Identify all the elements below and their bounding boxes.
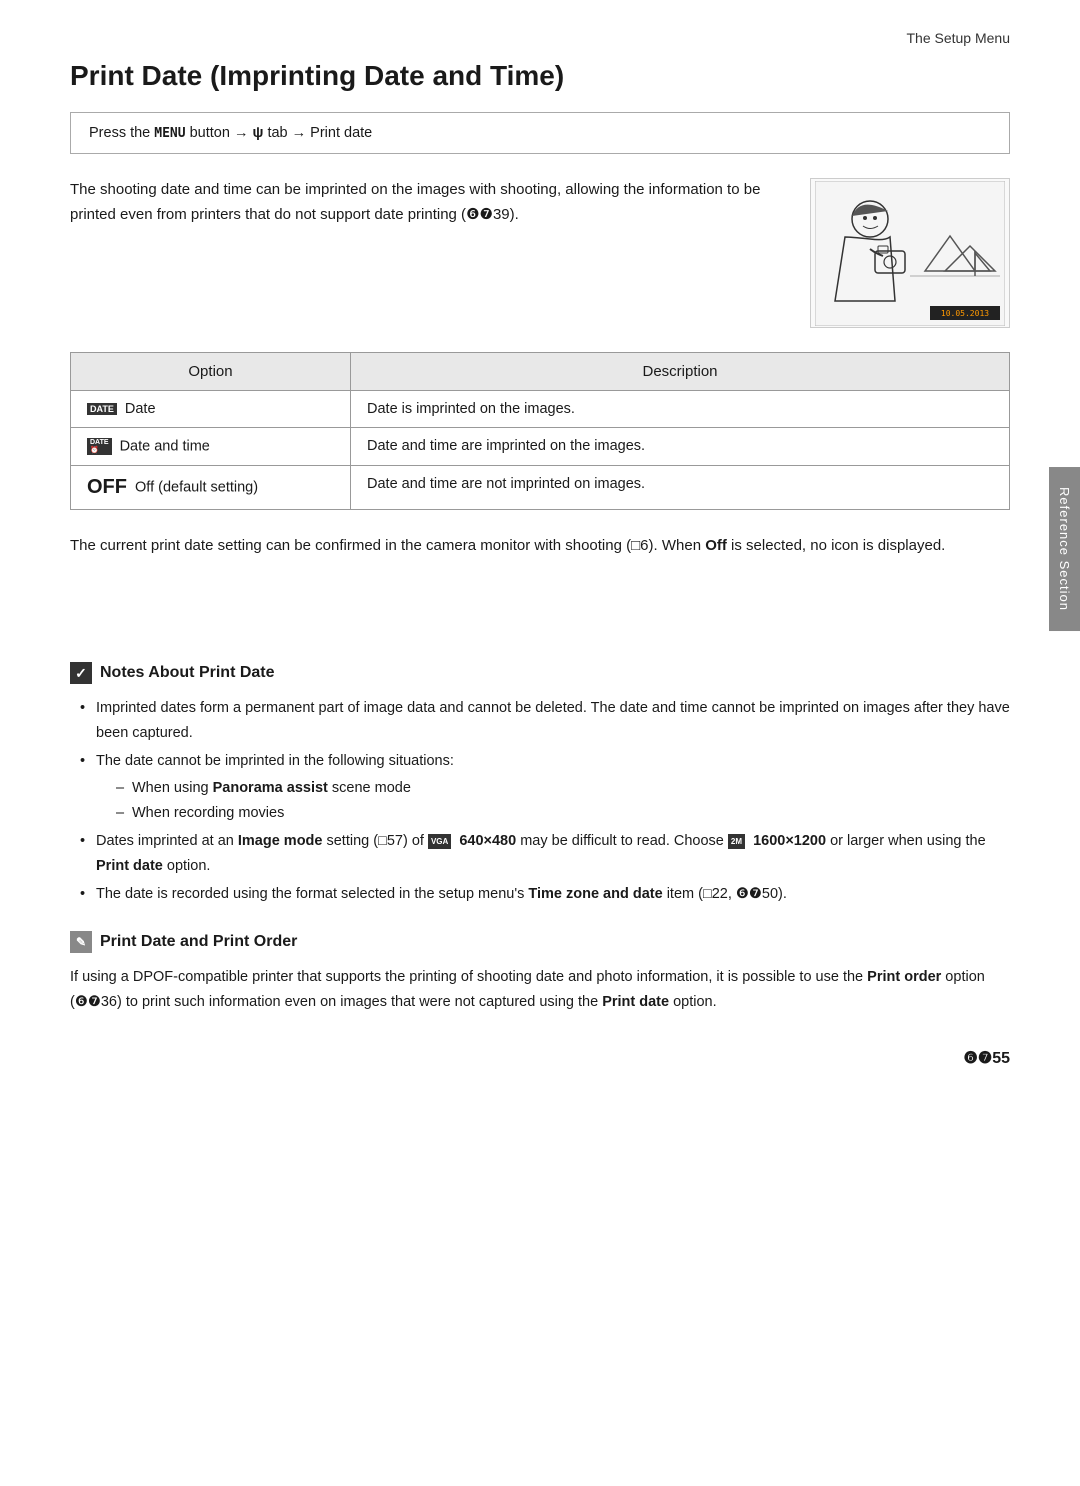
page-title: Print Date (Imprinting Date and Time): [70, 60, 1010, 92]
notes-title: Notes About Print Date: [100, 664, 275, 682]
table-row: DATE Date Date is imprinted on the image…: [71, 391, 1010, 428]
print-order-title: Print Date and Print Order: [100, 933, 297, 951]
page-number: ❻❼55: [964, 1048, 1010, 1068]
notes-item-4: The date is recorded using the format se…: [80, 882, 1010, 907]
print-order-header: ✎ Print Date and Print Order: [70, 931, 1010, 953]
check-icon: ✓: [70, 662, 92, 684]
notes-sub-list: When using Panorama assist scene mode Wh…: [96, 776, 1010, 825]
option-date-time-label: Date and time: [120, 438, 210, 454]
sub-item-panorama: When using Panorama assist scene mode: [116, 776, 1010, 801]
svg-text:10.05.2013: 10.05.2013: [941, 309, 989, 318]
notes-item-1: Imprinted dates form a permanent part of…: [80, 696, 1010, 745]
camera-illustration: 10.05.2013: [810, 178, 1010, 328]
summary-text: The current print date setting can be co…: [70, 534, 1010, 558]
nav-instruction-text: Press the MENU button → ψ tab → Print da…: [89, 125, 372, 141]
description-date: Date is imprinted on the images.: [351, 391, 1010, 428]
print-order-section: ✎ Print Date and Print Order If using a …: [70, 931, 1010, 1014]
options-table: Option Description DATE Date Date is imp…: [70, 352, 1010, 510]
option-off-label: Off (default setting): [135, 479, 258, 495]
table-row: OFF Off (default setting) Date and time …: [71, 466, 1010, 510]
date-time-icon: DATE⏰: [87, 438, 112, 455]
date-icon: DATE: [87, 403, 117, 415]
notes-item-2: The date cannot be imprinted in the foll…: [80, 749, 1010, 825]
illustration-svg: 10.05.2013: [815, 181, 1005, 326]
sub-item-movies: When recording movies: [116, 801, 1010, 826]
off-icon: OFF: [87, 476, 127, 498]
notes-item-3: Dates imprinted at an Image mode setting…: [80, 829, 1010, 878]
option-off: OFF Off (default setting): [71, 466, 351, 510]
notes-section: ✓ Notes About Print Date Imprinted dates…: [70, 662, 1010, 907]
spacer: [70, 582, 1010, 642]
section-label: The Setup Menu: [906, 30, 1010, 46]
notes-list: Imprinted dates form a permanent part of…: [70, 696, 1010, 907]
notes-header: ✓ Notes About Print Date: [70, 662, 1010, 684]
intro-section: The shooting date and time can be imprin…: [70, 178, 1010, 328]
intro-text: The shooting date and time can be imprin…: [70, 178, 780, 227]
nav-instruction-box: Press the MENU button → ψ tab → Print da…: [70, 112, 1010, 154]
table-row: DATE⏰ Date and time Date and time are im…: [71, 428, 1010, 466]
vga-icon: VGA: [428, 834, 451, 850]
option-date-label: Date: [125, 401, 156, 417]
pencil-icon: ✎: [70, 931, 92, 953]
description-off: Date and time are not imprinted on image…: [351, 466, 1010, 510]
side-tab: Reference Section: [1049, 467, 1080, 631]
description-date-time: Date and time are imprinted on the image…: [351, 428, 1010, 466]
option-date-time: DATE⏰ Date and time: [71, 428, 351, 466]
med-icon: 2M: [728, 834, 745, 850]
table-col1-header: Option: [71, 353, 351, 391]
print-order-text: If using a DPOF-compatible printer that …: [70, 965, 1010, 1014]
table-col2-header: Description: [351, 353, 1010, 391]
option-date: DATE Date: [71, 391, 351, 428]
